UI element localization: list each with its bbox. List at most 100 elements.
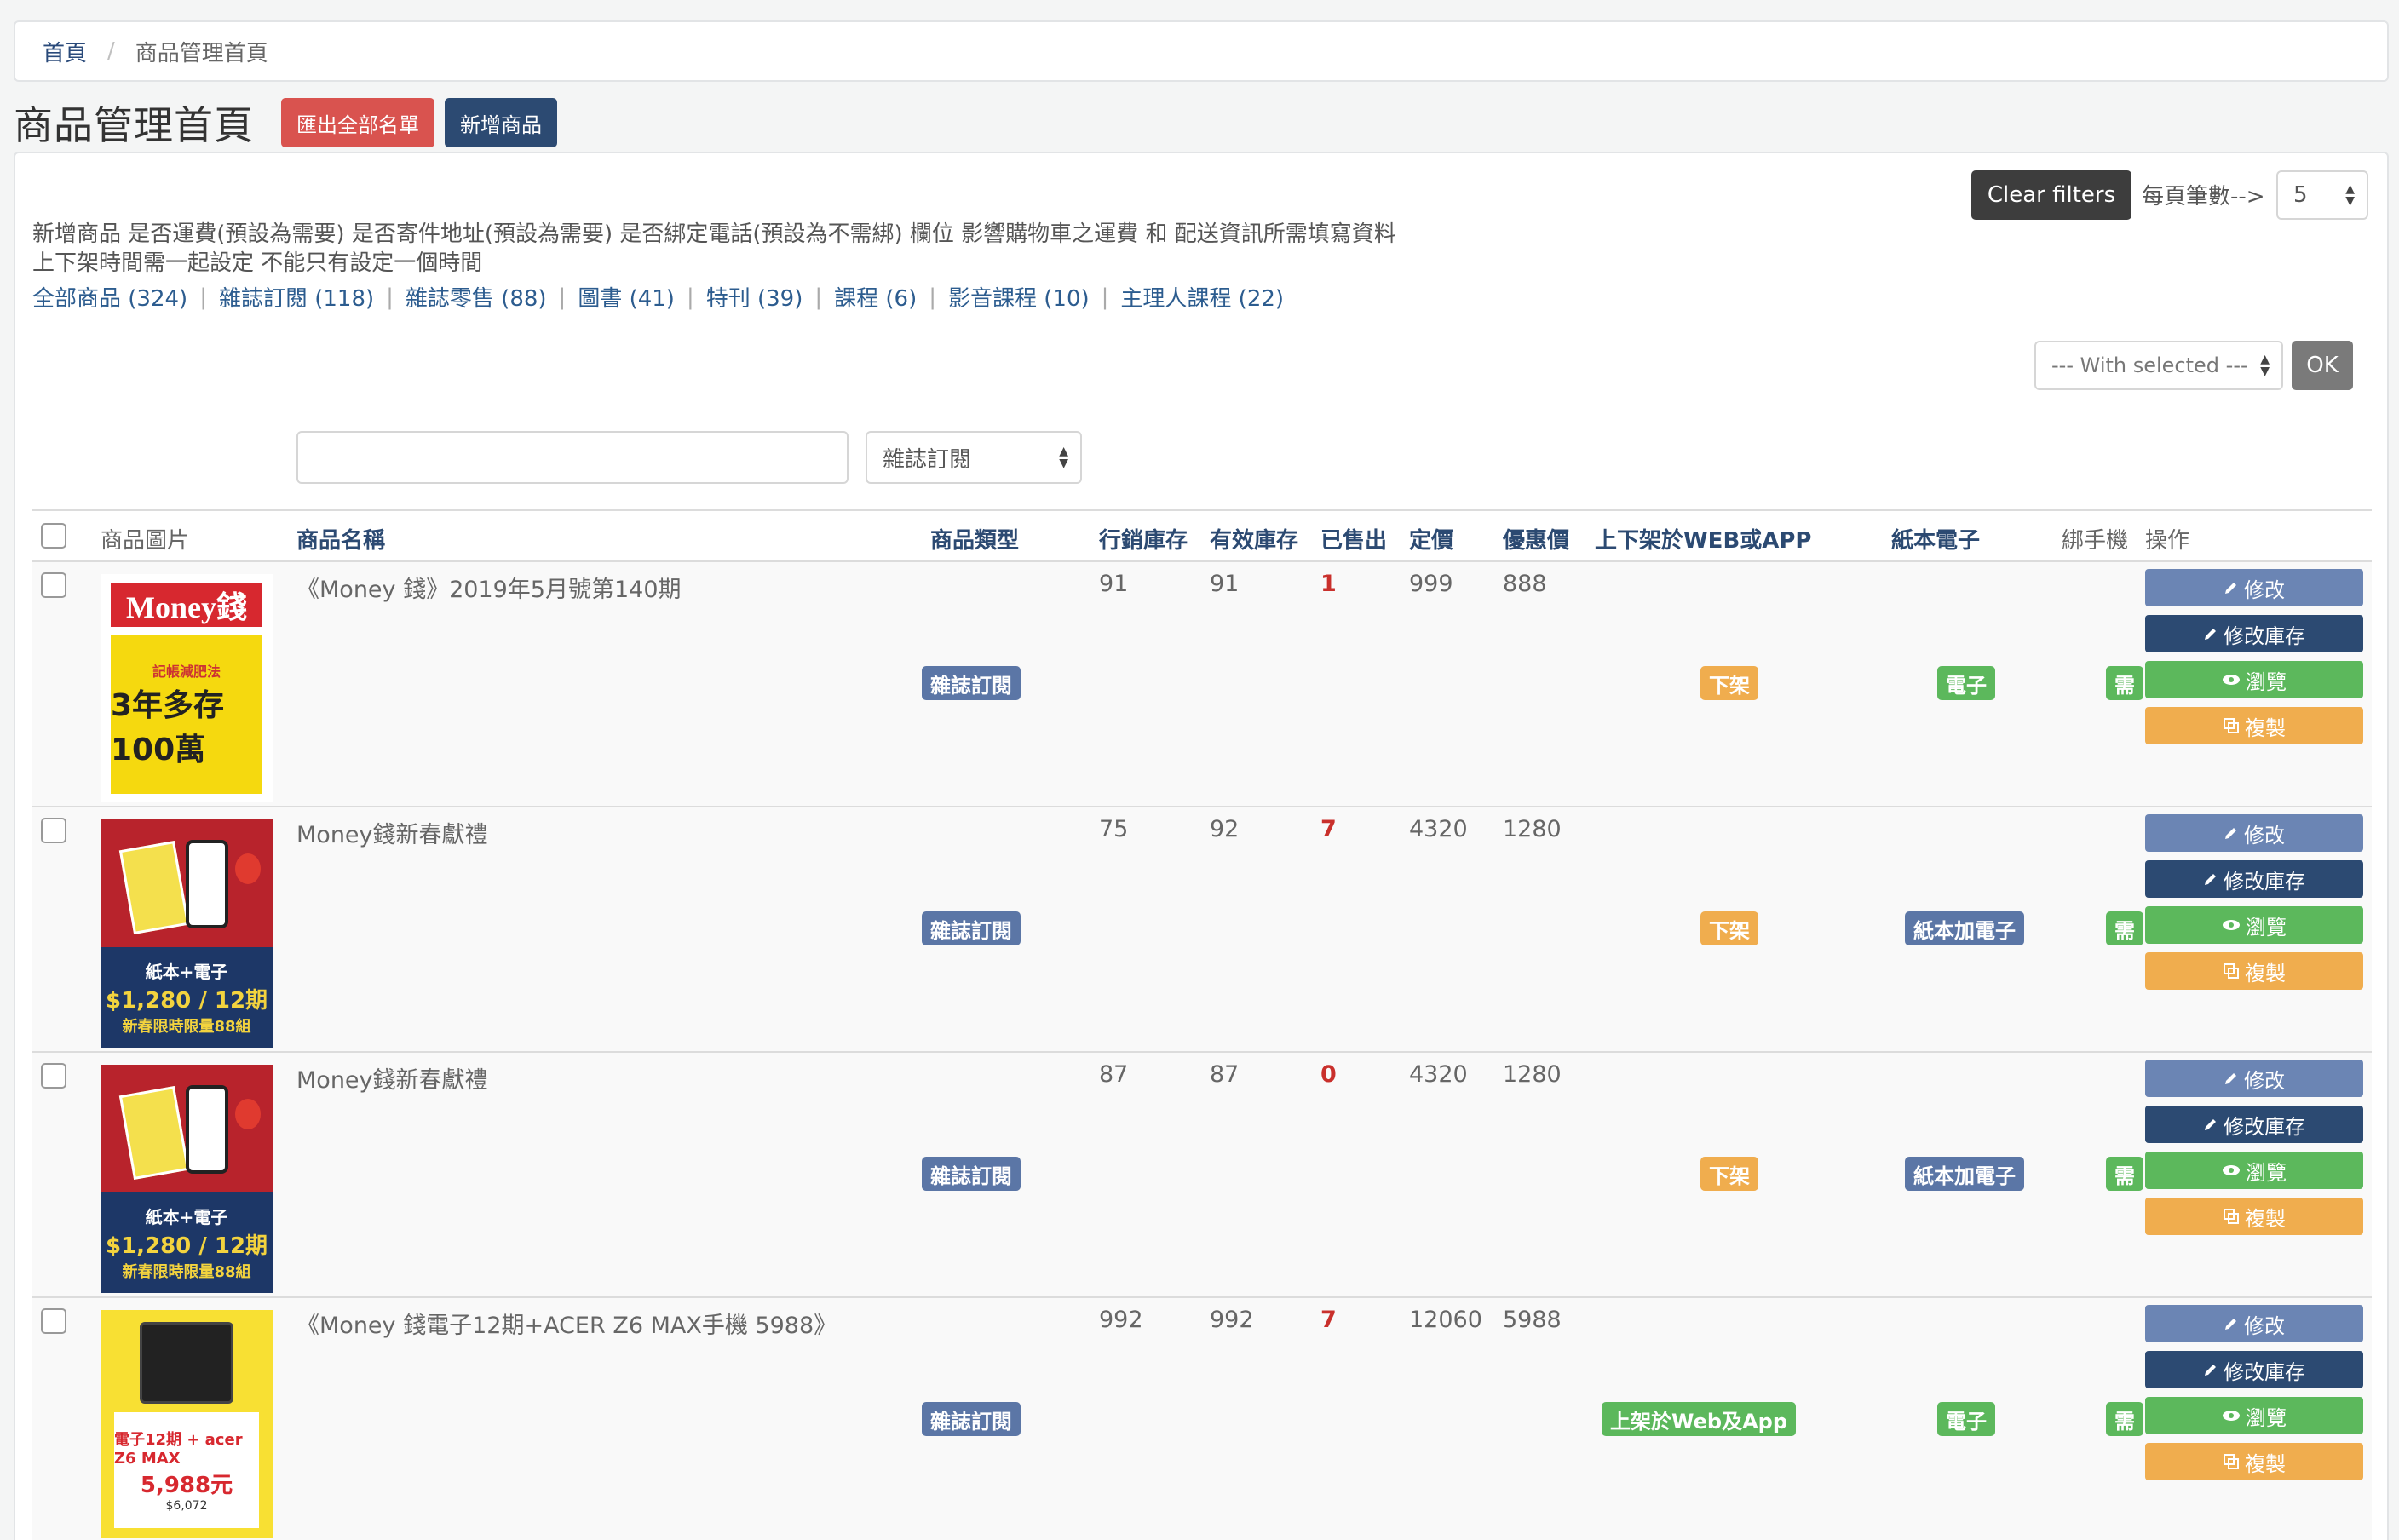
bulk-ok-button[interactable]: OK: [2292, 341, 2353, 390]
row-checkbox[interactable]: [41, 1308, 66, 1334]
copy-icon: [2224, 1454, 2239, 1469]
view-label: 瀏覽: [2246, 1405, 2287, 1430]
column-marketing-stock[interactable]: 行銷庫存: [1099, 523, 1188, 555]
clear-filters-button[interactable]: Clear filters: [1971, 170, 2131, 220]
edit-stock-label: 修改庫存: [2224, 869, 2305, 894]
per-page-select[interactable]: 5 ▲ ▼: [2276, 170, 2368, 220]
product-image[interactable]: Money錢 記帳減肥法 3年多存100萬: [101, 574, 273, 802]
edit-stock-button[interactable]: 修改庫存: [2145, 860, 2363, 898]
filter-special-issues[interactable]: 特刊 (39): [706, 281, 803, 313]
filter-all-products[interactable]: 全部商品 (324): [32, 281, 187, 313]
edit-stock-button[interactable]: 修改庫存: [2145, 615, 2363, 652]
edit-stock-label: 修改庫存: [2224, 623, 2305, 648]
column-sold[interactable]: 已售出: [1320, 523, 1387, 555]
select-all-checkbox[interactable]: [41, 523, 66, 549]
magazine-icon: [118, 841, 190, 934]
filter-divider: |: [929, 284, 936, 310]
page-header: 商品管理首頁 匯出全部名單 新增商品: [14, 95, 557, 150]
edit-button[interactable]: 修改: [2145, 814, 2363, 852]
pencil-icon: [2225, 583, 2236, 594]
view-button[interactable]: 瀏覽: [2145, 1397, 2363, 1434]
sold-count: 7: [1320, 1307, 1337, 1333]
edit-button[interactable]: 修改: [2145, 1305, 2363, 1342]
page-title: 商品管理首頁: [14, 102, 254, 148]
copy-button[interactable]: 複製: [2145, 707, 2363, 744]
add-product-button[interactable]: 新增商品: [445, 98, 557, 147]
table-row: 紙本+電子 $1,280 / 12期 新春限時限量88組 Money錢新春獻禮 …: [32, 807, 2372, 1053]
sold-count: 1: [1320, 571, 1337, 597]
effective-stock: 992: [1210, 1307, 1254, 1333]
edit-label: 修改: [2244, 1068, 2285, 1093]
copy-icon: [2224, 718, 2239, 733]
product-image[interactable]: 紙本+電子 $1,280 / 12期 新春限時限量88組: [101, 1065, 273, 1293]
eye-icon: [2223, 1411, 2240, 1421]
phone-icon: [186, 840, 228, 928]
product-type-filter-value: 雜誌訂閱: [883, 446, 972, 473]
filter-video-courses[interactable]: 影音課程 (10): [948, 281, 1090, 313]
view-label: 瀏覽: [2246, 669, 2287, 694]
promo-bottom: 紙本+電子 $1,280 / 12期 新春限時限量88組: [101, 947, 273, 1048]
product-type-filter-select[interactable]: 雜誌訂閱 ▲ ▼: [866, 431, 1082, 484]
marketing-stock: 91: [1099, 571, 1129, 597]
view-button[interactable]: 瀏覽: [2145, 1152, 2363, 1189]
filter-magazine-retail[interactable]: 雜誌零售 (88): [406, 281, 547, 313]
promo-line-1: 紙本+電子: [145, 1207, 228, 1227]
product-image[interactable]: 紙本+電子 $1,280 / 12期 新春限時限量88組: [101, 819, 273, 1048]
edit-button[interactable]: 修改: [2145, 569, 2363, 606]
format-badge: 電子: [1937, 666, 1995, 700]
per-page-value: 5: [2293, 182, 2308, 208]
lantern-icon: [235, 1099, 261, 1129]
column-sale-price[interactable]: 優惠價: [1503, 523, 1569, 555]
marketing-stock: 87: [1099, 1061, 1129, 1088]
table-row: 紙本+電子 $1,280 / 12期 新春限時限量88組 Money錢新春獻禮 …: [32, 1053, 2372, 1298]
filter-books[interactable]: 圖書 (41): [578, 281, 675, 313]
view-button[interactable]: 瀏覽: [2145, 906, 2363, 944]
pencil-icon: [2205, 629, 2216, 640]
view-label: 瀏覽: [2246, 915, 2287, 940]
copy-button[interactable]: 複製: [2145, 1198, 2363, 1235]
edit-stock-button[interactable]: 修改庫存: [2145, 1351, 2363, 1388]
column-type[interactable]: 商品類型: [930, 523, 1019, 555]
table-header: 商品圖片 商品名稱 商品類型 行銷庫存 有效庫存 已售出 定價 優惠價 上下架於…: [32, 509, 2372, 562]
format-badge: 紙本加電子: [1905, 1157, 2024, 1191]
column-listing[interactable]: 上下架於WEB或APP: [1595, 523, 1812, 555]
promo-cover-image: 紙本+電子 $1,280 / 12期 新春限時限量88組: [101, 1065, 273, 1293]
sale-price: 1280: [1503, 816, 1562, 842]
price: 4320: [1409, 1061, 1468, 1088]
format-badge: 紙本加電子: [1905, 911, 2024, 945]
eye-icon: [2223, 675, 2240, 685]
cover-headline-block: 記帳減肥法 3年多存100萬: [111, 635, 262, 794]
bulk-action-select[interactable]: --- With selected --- ▲ ▼: [2034, 341, 2283, 390]
edit-stock-button[interactable]: 修改庫存: [2145, 1106, 2363, 1143]
row-checkbox[interactable]: [41, 1063, 66, 1089]
filter-host-courses[interactable]: 主理人課程 (22): [1120, 281, 1284, 313]
select-arrows-icon: ▲ ▼: [2260, 353, 2270, 378]
column-effective-stock[interactable]: 有效庫存: [1210, 523, 1298, 555]
filter-magazine-subscription[interactable]: 雜誌訂閱 (118): [219, 281, 374, 313]
copy-button[interactable]: 複製: [2145, 952, 2363, 990]
column-price[interactable]: 定價: [1409, 523, 1453, 555]
column-name[interactable]: 商品名稱: [296, 523, 385, 555]
column-format[interactable]: 紙本電子: [1891, 523, 1980, 555]
product-name-search-input[interactable]: [296, 431, 849, 484]
edit-button[interactable]: 修改: [2145, 1060, 2363, 1097]
promo-bottom: 紙本+電子 $1,280 / 12期 新春限時限量88組: [101, 1192, 273, 1293]
notice-line-2: 上下架時間需一起設定 不能只有設定一個時間: [32, 250, 483, 276]
edit-stock-label: 修改庫存: [2224, 1114, 2305, 1139]
export-all-button[interactable]: 匯出全部名單: [281, 98, 434, 147]
view-button[interactable]: 瀏覽: [2145, 661, 2363, 698]
copy-button[interactable]: 複製: [2145, 1443, 2363, 1480]
column-actions: 操作: [2145, 528, 2190, 554]
filter-courses[interactable]: 課程 (6): [834, 281, 917, 313]
filter-divider: |: [686, 284, 694, 310]
copy-label: 複製: [2245, 1206, 2286, 1231]
lantern-icon: [235, 853, 261, 884]
product-image[interactable]: 電子12期 + acer Z6 MAX 5,988元 $6,072: [101, 1310, 273, 1538]
sold-count: 7: [1320, 816, 1337, 842]
breadcrumb-home-link[interactable]: 首頁: [43, 36, 87, 67]
row-checkbox[interactable]: [41, 572, 66, 598]
bundle-cover-image: 電子12期 + acer Z6 MAX 5,988元 $6,072: [101, 1310, 273, 1538]
sale-price: 888: [1503, 571, 1547, 597]
promo-cover-image: 紙本+電子 $1,280 / 12期 新春限時限量88組: [101, 819, 273, 1048]
row-checkbox[interactable]: [41, 818, 66, 843]
